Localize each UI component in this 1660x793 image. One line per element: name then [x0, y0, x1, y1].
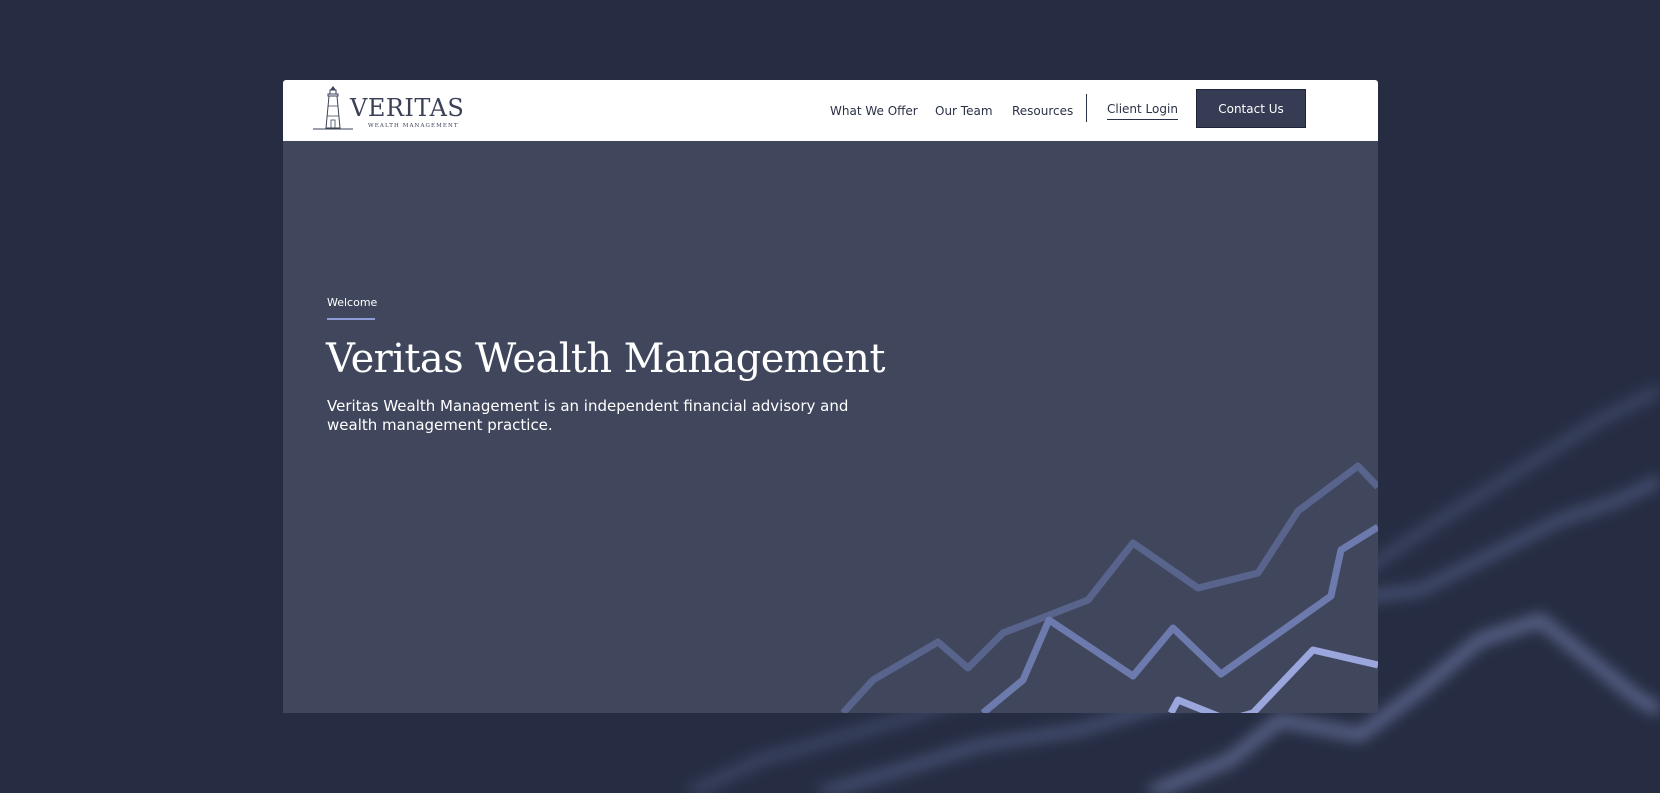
- hero-eyebrow: Welcome: [327, 296, 378, 309]
- site-logo[interactable]: VERITAS WEALTH MANAGEMENT: [313, 86, 464, 136]
- nav-item-resources: Resources: [1012, 80, 1073, 141]
- nav-item-our-team: Our Team: [935, 80, 993, 141]
- eyebrow-underline: [327, 318, 375, 320]
- hero-description: Veritas Wealth Management is an independ…: [327, 397, 849, 434]
- contact-us-button[interactable]: Contact Us: [1196, 89, 1306, 128]
- lighthouse-icon: [313, 86, 353, 130]
- top-navbar: VERITAS WEALTH MANAGEMENT What We Offer …: [283, 80, 1378, 141]
- website-window: VERITAS WEALTH MANAGEMENT What We Offer …: [283, 80, 1378, 713]
- nav-link-resources[interactable]: Resources: [1012, 104, 1073, 118]
- nav-link-what-we-offer[interactable]: What We Offer: [830, 104, 918, 118]
- nav-item-client-login: Client Login: [1107, 80, 1178, 141]
- nav-divider: [1086, 94, 1087, 122]
- hero-title: Veritas Wealth Management: [326, 336, 885, 382]
- nav-link-our-team[interactable]: Our Team: [935, 104, 993, 118]
- nav-item-what-we-offer: What We Offer: [830, 80, 918, 141]
- logo-wordmark: VERITAS: [350, 94, 465, 122]
- logo-tagline: WEALTH MANAGEMENT: [368, 123, 459, 129]
- client-login-link[interactable]: Client Login: [1107, 102, 1178, 120]
